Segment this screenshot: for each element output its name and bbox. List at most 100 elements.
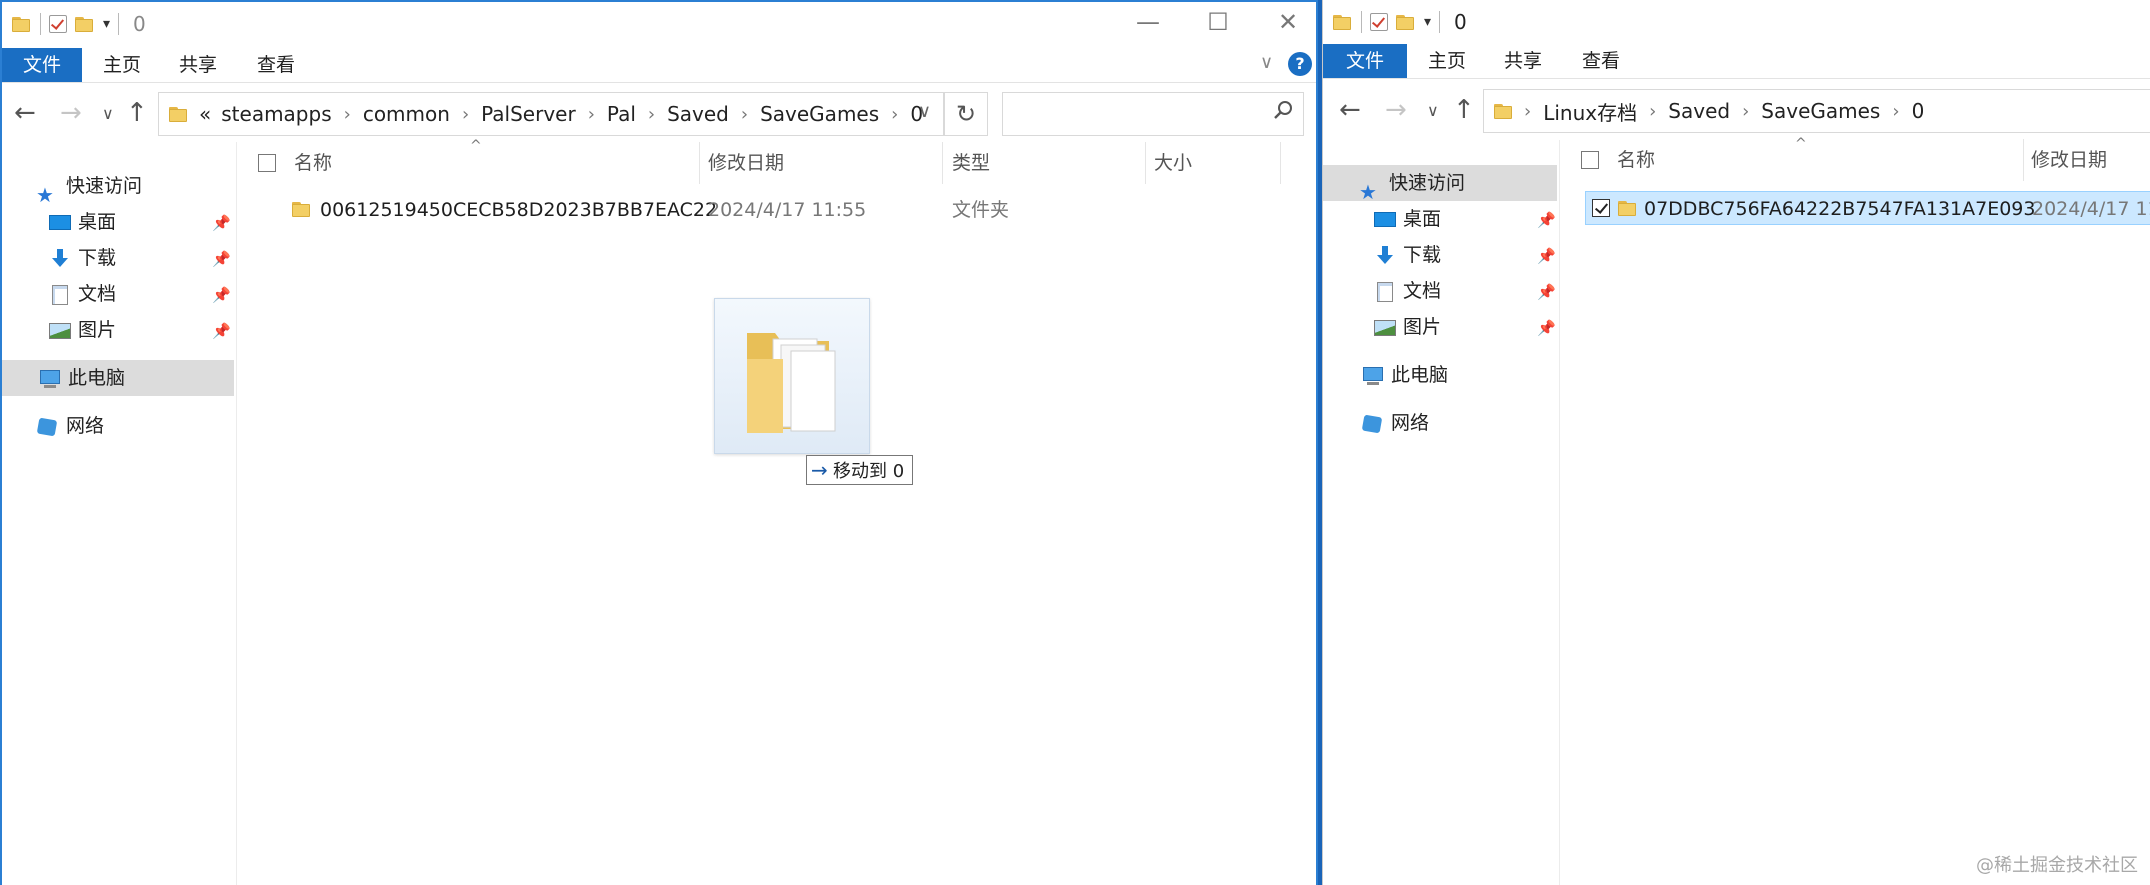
breadcrumb-item[interactable]: 0 [1912, 99, 1925, 123]
nav-quick-access[interactable]: ★ 快速访问 [1323, 165, 1557, 204]
tab-view[interactable]: 查看 [242, 48, 310, 82]
breadcrumb-item[interactable]: Saved [667, 102, 729, 126]
up-arrow-icon[interactable]: ↑ [126, 98, 148, 128]
customize-toolbar-icon[interactable]: ▾ [103, 16, 110, 32]
pin-icon[interactable]: 📌 [1537, 211, 1556, 229]
tab-home[interactable]: 主页 [88, 48, 156, 82]
column-header-name[interactable]: 名称 [294, 142, 694, 184]
refresh-button[interactable]: ↻ [944, 92, 988, 136]
navigation-bar: ← → ∨ ↑ « steamapps › common › PalServer… [2, 90, 1316, 138]
column-header-date[interactable]: 修改日期 [708, 142, 938, 184]
select-all-checkbox[interactable] [1581, 151, 1599, 169]
column-header-name[interactable]: 名称 [1617, 139, 2017, 181]
close-button[interactable]: ✕ [1274, 8, 1302, 36]
pin-icon[interactable]: 📌 [212, 322, 231, 340]
minimize-button[interactable]: — [1134, 8, 1162, 36]
recent-locations-icon[interactable]: ∨ [1427, 101, 1439, 120]
column-divider[interactable] [942, 142, 943, 184]
tab-view[interactable]: 查看 [1567, 44, 1635, 78]
column-divider[interactable] [1280, 142, 1281, 184]
star-icon: ★ [36, 182, 54, 207]
pin-icon[interactable]: 📌 [212, 250, 231, 268]
nav-documents[interactable]: 文档 [48, 276, 116, 312]
tab-share[interactable]: 共享 [164, 48, 232, 82]
explorer-window-left: ▾ 0 — ☐ ✕ 文件 主页 共享 查看 ∨ ? ← → ∨ ↑ « stea… [0, 0, 1318, 885]
breadcrumb-item[interactable]: Saved [1668, 99, 1730, 123]
nav-desktop[interactable]: 桌面 [48, 204, 116, 240]
breadcrumb-separator-icon[interactable]: › [1524, 101, 1531, 122]
nav-downloads[interactable]: 下载 [48, 240, 116, 276]
tab-home[interactable]: 主页 [1413, 44, 1481, 78]
breadcrumb-separator-icon[interactable]: › [1649, 101, 1656, 122]
breadcrumb-separator-icon[interactable]: › [648, 104, 655, 125]
breadcrumb-separator-icon[interactable]: › [1742, 101, 1749, 122]
tab-share[interactable]: 共享 [1489, 44, 1557, 78]
pane-separator[interactable] [236, 142, 237, 885]
column-header-date[interactable]: 修改日期 [2031, 139, 2150, 181]
nav-quick-access[interactable]: ★ 快速访问 [36, 168, 142, 207]
row-checkbox[interactable] [1592, 199, 1610, 217]
expand-ribbon-icon[interactable]: ∨ [1260, 52, 1273, 73]
address-overflow[interactable]: « [199, 102, 211, 126]
pin-icon[interactable]: 📌 [1537, 319, 1556, 337]
breadcrumb-item[interactable]: SaveGames [760, 102, 879, 126]
file-date: 2024/4/17 11 [2032, 198, 2150, 220]
navigation-bar: ← → ∨ ↑ › Linux存档 › Saved › SaveGames › … [1323, 87, 2150, 135]
new-folder-icon[interactable] [1396, 13, 1416, 31]
breadcrumb-item[interactable]: common [363, 102, 450, 126]
breadcrumb-separator-icon[interactable]: › [741, 104, 748, 125]
column-divider[interactable] [2023, 139, 2024, 181]
pin-icon[interactable]: 📌 [212, 286, 231, 304]
address-bar[interactable]: « steamapps › common › PalServer › Pal ›… [158, 92, 944, 136]
new-folder-icon[interactable] [75, 15, 95, 33]
back-arrow-icon[interactable]: ← [14, 98, 36, 128]
nav-downloads[interactable]: 下载 [1373, 237, 1441, 273]
separator [40, 13, 41, 35]
breadcrumb-separator-icon[interactable]: › [891, 104, 898, 125]
nav-network[interactable]: 网络 [36, 408, 104, 444]
pin-icon[interactable]: 📌 [1537, 247, 1556, 265]
column-header-size[interactable]: 大小 [1154, 142, 1274, 184]
address-dropdown-icon[interactable]: ∨ [918, 101, 931, 122]
recent-locations-icon[interactable]: ∨ [102, 104, 114, 123]
help-icon[interactable]: ? [1288, 52, 1312, 76]
up-arrow-icon[interactable]: ↑ [1453, 95, 1475, 125]
tab-file[interactable]: 文件 [1323, 44, 1407, 78]
table-row[interactable]: 00612519450CECB58D2023B7BB7EAC22 2024/4/… [250, 193, 1290, 227]
search-input[interactable] [1002, 92, 1304, 136]
pane-separator[interactable] [1559, 140, 1560, 885]
nav-this-pc[interactable]: 此电脑 [2, 360, 234, 396]
breadcrumb-item[interactable]: SaveGames [1761, 99, 1880, 123]
pin-icon[interactable]: 📌 [1537, 283, 1556, 301]
breadcrumb-item[interactable]: steamapps [221, 102, 331, 126]
back-arrow-icon[interactable]: ← [1339, 95, 1361, 125]
tab-file[interactable]: 文件 [2, 48, 82, 82]
breadcrumb-item[interactable]: Linux存档 [1543, 97, 1637, 126]
breadcrumb-separator-icon[interactable]: › [1892, 101, 1899, 122]
nav-documents[interactable]: 文档 [1373, 273, 1441, 309]
select-all-checkbox[interactable] [258, 154, 276, 172]
properties-icon[interactable] [1370, 13, 1388, 31]
nav-pictures[interactable]: 图片 [1373, 309, 1441, 345]
customize-toolbar-icon[interactable]: ▾ [1424, 14, 1431, 30]
nav-desktop[interactable]: 桌面 [1373, 201, 1441, 237]
column-header-type[interactable]: 类型 [952, 142, 1132, 184]
maximize-button[interactable]: ☐ [1204, 8, 1232, 36]
properties-icon[interactable] [49, 15, 67, 33]
navigation-pane [2, 142, 234, 885]
nav-network[interactable]: 网络 [1361, 405, 1429, 441]
breadcrumb-separator-icon[interactable]: › [344, 104, 351, 125]
table-row[interactable]: 07DDBC756FA64222B7547FA131A7E093 2024/4/… [1585, 191, 2150, 225]
breadcrumb-item[interactable]: Pal [607, 102, 636, 126]
forward-arrow-icon[interactable]: → [1385, 95, 1407, 125]
nav-pictures[interactable]: 图片 [48, 312, 116, 348]
address-bar[interactable]: › Linux存档 › Saved › SaveGames › 0 [1483, 89, 2150, 133]
column-divider[interactable] [699, 142, 700, 184]
nav-this-pc[interactable]: 此电脑 [1361, 357, 1448, 393]
forward-arrow-icon[interactable]: → [60, 98, 82, 128]
breadcrumb-separator-icon[interactable]: › [588, 104, 595, 125]
pin-icon[interactable]: 📌 [212, 214, 231, 232]
breadcrumb-item[interactable]: PalServer [481, 102, 576, 126]
breadcrumb-separator-icon[interactable]: › [462, 104, 469, 125]
column-divider[interactable] [1145, 142, 1146, 184]
